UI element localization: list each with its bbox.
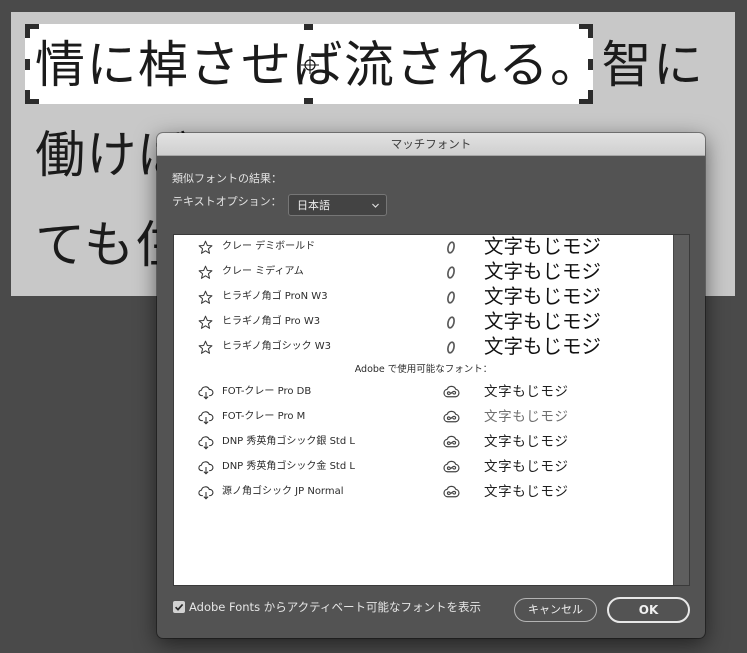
list-scrollbar[interactable] bbox=[673, 235, 689, 585]
show-adobe-fonts-checkbox[interactable] bbox=[173, 601, 185, 613]
handle-bottom-middle[interactable] bbox=[304, 98, 313, 104]
font-sample: 文字もじモジ bbox=[484, 310, 602, 333]
handle-bottom-left-v[interactable] bbox=[25, 90, 30, 104]
font-result-row[interactable]: クレー デミボールド 文字もじモジ bbox=[174, 235, 673, 260]
font-name: DNP 秀英角ゴシック金 Std L bbox=[222, 461, 355, 472]
font-result-row[interactable]: DNP 秀英角ゴシック金 Std L 文字もじモジ bbox=[174, 455, 673, 480]
canvas-text-line-1[interactable]: 情に棹させば流される。智に bbox=[35, 40, 705, 90]
font-sample: 文字もじモジ bbox=[484, 235, 602, 258]
cancel-button[interactable]: キャンセル bbox=[514, 598, 597, 622]
match-font-dialog: マッチフォント 類似フォントの結果： テキストオプション： 日本語 クレー デミ… bbox=[157, 133, 705, 638]
font-sample: 文字もじモジ bbox=[484, 484, 569, 500]
font-name: DNP 秀英角ゴシック銀 Std L bbox=[222, 436, 355, 447]
font-result-row[interactable]: FOT-クレー Pro M 文字もじモジ bbox=[174, 405, 673, 430]
text-option-value: 日本語 bbox=[297, 199, 330, 212]
handle-top-right-v[interactable] bbox=[588, 24, 593, 38]
font-name: FOT-クレー Pro DB bbox=[222, 386, 312, 397]
font-result-row[interactable]: クレー ミディアム 文字もじモジ bbox=[174, 260, 673, 285]
handle-top-middle[interactable] bbox=[304, 24, 313, 30]
opentype-icon bbox=[443, 340, 460, 355]
ok-button[interactable]: OK bbox=[607, 597, 690, 623]
font-result-row[interactable]: ヒラギノ角ゴ Pro W3 文字もじモジ bbox=[174, 310, 673, 335]
creative-cloud-icon bbox=[443, 410, 460, 425]
text-option-label: テキストオプション： bbox=[172, 195, 282, 208]
font-results-viewport: クレー デミボールド 文字もじモジ クレー ミディアム 文字もじモジ ヒラギノ角… bbox=[174, 235, 673, 585]
adobe-fonts-header: Adobe で使用可能なフォント： bbox=[354, 364, 493, 375]
dialog-titlebar[interactable]: マッチフォント bbox=[157, 133, 705, 156]
cloud-download-icon[interactable] bbox=[198, 435, 214, 450]
creative-cloud-icon bbox=[443, 485, 460, 500]
cloud-download-icon[interactable] bbox=[198, 385, 214, 400]
dialog-title: マッチフォント bbox=[390, 137, 472, 151]
font-result-row[interactable]: 源ノ角ゴシック JP Normal 文字もじモジ bbox=[174, 480, 673, 505]
font-sample: 文字もじモジ bbox=[484, 459, 569, 475]
font-name: ヒラギノ角ゴ Pro W3 bbox=[222, 316, 321, 327]
cloud-download-icon[interactable] bbox=[198, 410, 214, 425]
opentype-icon bbox=[443, 265, 460, 280]
handle-top-left-v[interactable] bbox=[25, 24, 30, 38]
font-name: ヒラギノ角ゴシック W3 bbox=[222, 341, 332, 352]
show-adobe-fonts-label[interactable]: Adobe Fonts からアクティベート可能なフォントを表示 bbox=[189, 600, 481, 614]
font-sample: 文字もじモジ bbox=[484, 384, 569, 400]
font-results-list: クレー デミボールド 文字もじモジ クレー ミディアム 文字もじモジ ヒラギノ角… bbox=[173, 234, 690, 586]
photoshop-workspace: { "colors": { "page_bg": "#4a4a4a", "can… bbox=[0, 0, 747, 653]
font-sample: 文字もじモジ bbox=[484, 285, 602, 308]
crosshair-cursor-icon bbox=[301, 56, 319, 74]
creative-cloud-icon bbox=[443, 435, 460, 450]
font-sample: 文字もじモジ bbox=[484, 409, 569, 425]
font-sample: 文字もじモジ bbox=[484, 335, 602, 358]
star-icon[interactable] bbox=[198, 240, 214, 255]
handle-bottom-right-v[interactable] bbox=[588, 90, 593, 104]
cloud-download-icon[interactable] bbox=[198, 460, 214, 475]
font-result-row[interactable]: ヒラギノ角ゴシック W3 文字もじモジ bbox=[174, 335, 673, 360]
star-icon[interactable] bbox=[198, 290, 214, 305]
cloud-download-icon[interactable] bbox=[198, 485, 214, 500]
chevron-down-icon bbox=[372, 203, 379, 208]
font-name: FOT-クレー Pro M bbox=[222, 411, 306, 422]
opentype-icon bbox=[443, 290, 460, 305]
font-result-row[interactable]: ヒラギノ角ゴ ProN W3 文字もじモジ bbox=[174, 285, 673, 310]
handle-left-middle[interactable] bbox=[25, 59, 30, 70]
star-icon[interactable] bbox=[198, 340, 214, 355]
creative-cloud-icon bbox=[443, 385, 460, 400]
star-icon[interactable] bbox=[198, 265, 214, 280]
font-name: クレー デミボールド bbox=[222, 241, 316, 252]
font-sample: 文字もじモジ bbox=[484, 434, 569, 450]
handle-right-middle[interactable] bbox=[588, 59, 593, 70]
font-result-row[interactable]: DNP 秀英角ゴシック銀 Std L 文字もじモジ bbox=[174, 430, 673, 455]
font-result-row[interactable]: FOT-クレー Pro DB 文字もじモジ bbox=[174, 380, 673, 405]
checkmark-icon bbox=[174, 603, 184, 611]
font-name: 源ノ角ゴシック JP Normal bbox=[222, 486, 344, 497]
creative-cloud-icon bbox=[443, 460, 460, 475]
opentype-icon bbox=[443, 315, 460, 330]
font-name: ヒラギノ角ゴ ProN W3 bbox=[222, 291, 328, 302]
opentype-icon bbox=[443, 240, 460, 255]
font-name: クレー ミディアム bbox=[222, 266, 304, 277]
text-option-dropdown[interactable]: 日本語 bbox=[288, 194, 387, 216]
similar-fonts-label: 類似フォントの結果： bbox=[172, 172, 282, 185]
font-sample: 文字もじモジ bbox=[484, 260, 602, 283]
star-icon[interactable] bbox=[198, 315, 214, 330]
